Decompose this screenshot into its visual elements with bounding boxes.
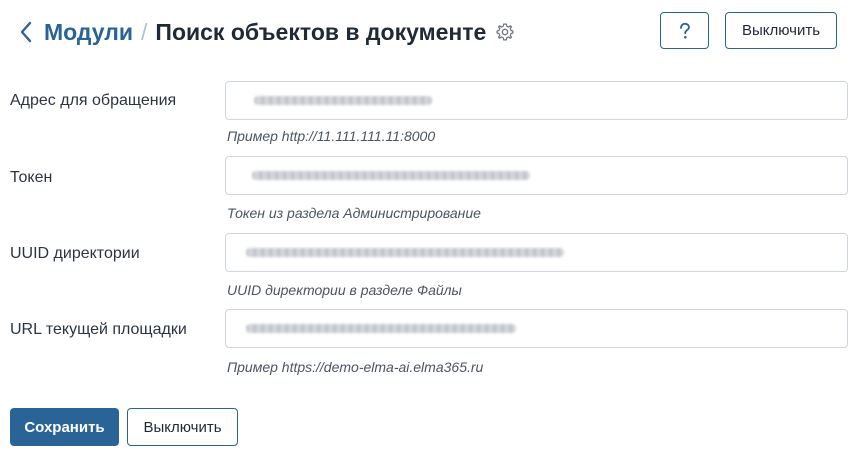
- help-button[interactable]: [660, 12, 709, 49]
- breadcrumb-modules-link[interactable]: Модули: [44, 19, 133, 46]
- address-label: Адрес для обращения: [10, 92, 177, 109]
- page-title: Поиск объектов в документе: [155, 18, 487, 45]
- uuid-input[interactable]: [225, 233, 848, 272]
- address-hint: Пример http://11.111.111.11:8000: [227, 128, 436, 144]
- address-input[interactable]: [225, 81, 848, 120]
- token-hint: Токен из раздела Администрирование: [227, 205, 481, 221]
- gear-icon: [496, 23, 514, 41]
- token-label: Токен: [10, 169, 53, 186]
- uuid-hint: UUID директории в разделе Файлы: [227, 282, 462, 298]
- site-url-label: URL текущей площадки: [10, 321, 187, 338]
- token-input[interactable]: [225, 156, 848, 195]
- obscured-value: [246, 324, 516, 333]
- uuid-label: UUID директории: [10, 245, 140, 262]
- save-button[interactable]: Сохранить: [10, 408, 119, 446]
- settings-button[interactable]: [494, 21, 516, 43]
- obscured-value: [246, 248, 564, 257]
- chevron-left-icon: [20, 21, 32, 43]
- obscured-value: [254, 96, 432, 105]
- question-icon: [679, 22, 690, 39]
- breadcrumb-separator: /: [141, 18, 148, 45]
- disable-button[interactable]: Выключить: [127, 408, 238, 446]
- page-header: Модули / Поиск объектов в документе: [14, 12, 516, 52]
- back-button[interactable]: [14, 17, 38, 47]
- site-url-input[interactable]: [225, 309, 848, 348]
- obscured-value: [252, 171, 530, 180]
- disable-module-button[interactable]: Выключить: [725, 12, 837, 49]
- site-url-hint: Пример https://demo-elma-ai.elma365.ru: [227, 359, 484, 375]
